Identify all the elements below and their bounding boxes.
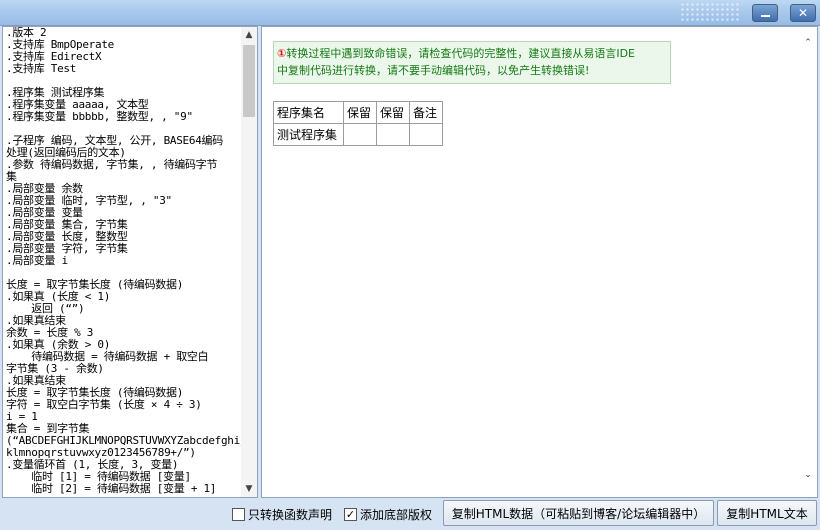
scroll-thumb[interactable] <box>243 45 255 117</box>
error-notice: ①转换过程中遇到致命错误，请检查代码的完整性，建议直接从易语言IDE 中复制代码… <box>273 41 671 84</box>
add-copyright-checkbox[interactable]: ✓ 添加底部版权 <box>344 506 432 522</box>
title-bar-decoration <box>680 2 740 22</box>
scroll-down-icon[interactable]: ▼ <box>241 481 257 497</box>
copy-html-data-button[interactable]: 复制HTML数据（可粘贴到博客/论坛编辑器中） <box>443 500 714 526</box>
header-reserved-1: 保留 <box>343 101 377 124</box>
code-text[interactable]: .版本 2 .支持库 BmpOperate .支持库 EdirectX .支持库… <box>6 27 242 497</box>
scroll-up-icon[interactable]: ▲ <box>241 27 257 43</box>
code-editor[interactable]: .版本 2 .支持库 BmpOperate .支持库 EdirectX .支持库… <box>2 26 258 498</box>
header-remark: 备注 <box>409 101 443 124</box>
cell-reserved-1 <box>343 123 377 146</box>
notice-line-1: 转换过程中遇到致命错误，请检查代码的完整性，建议直接从易语言IDE <box>286 47 635 60</box>
close-icon: ✕ <box>797 6 809 20</box>
notice-line-2: 中复制代码进行转换，请不要手动编辑代码，以免产生转换错误! <box>277 64 590 77</box>
title-bar: ✕ <box>0 0 820 26</box>
scroll-up-icon[interactable]: ⌃ <box>800 35 816 51</box>
warning-icon: ① <box>277 47 287 60</box>
code-scrollbar[interactable]: ▲ ▼ <box>241 27 257 497</box>
table-header-row: 程序集名 保留 保留 备注 <box>273 101 443 124</box>
cell-remark <box>409 123 443 146</box>
checkbox-label: 添加底部版权 <box>360 507 433 522</box>
copy-html-text-button[interactable]: 复制HTML文本 <box>717 500 817 526</box>
table-row: 测试程序集 <box>273 123 443 146</box>
minimize-icon <box>760 15 770 17</box>
checkbox-box[interactable] <box>232 507 245 521</box>
main-frame: .版本 2 .支持库 BmpOperate .支持库 EdirectX .支持库… <box>0 26 820 530</box>
minimize-button[interactable] <box>752 4 778 22</box>
preview-scrollbar[interactable]: ⌃ ⌄ <box>800 27 816 497</box>
close-button[interactable]: ✕ <box>790 4 816 22</box>
checkbox-label: 只转换函数声明 <box>248 507 333 522</box>
assembly-table: 程序集名 保留 保留 备注 测试程序集 <box>273 101 443 146</box>
header-assembly-name: 程序集名 <box>273 101 344 124</box>
declarations-only-checkbox[interactable]: 只转换函数声明 <box>232 506 332 522</box>
cell-reserved-2 <box>376 123 410 146</box>
html-preview: ①转换过程中遇到致命错误，请检查代码的完整性，建议直接从易语言IDE 中复制代码… <box>261 26 818 498</box>
scroll-down-icon[interactable]: ⌄ <box>800 467 816 483</box>
cell-assembly-name: 测试程序集 <box>273 123 344 146</box>
checkmark-icon[interactable]: ✓ <box>344 507 357 521</box>
bottom-toolbar: 只转换函数声明 ✓ 添加底部版权 复制HTML数据（可粘贴到博客/论坛编辑器中）… <box>0 500 820 530</box>
header-reserved-2: 保留 <box>376 101 410 124</box>
